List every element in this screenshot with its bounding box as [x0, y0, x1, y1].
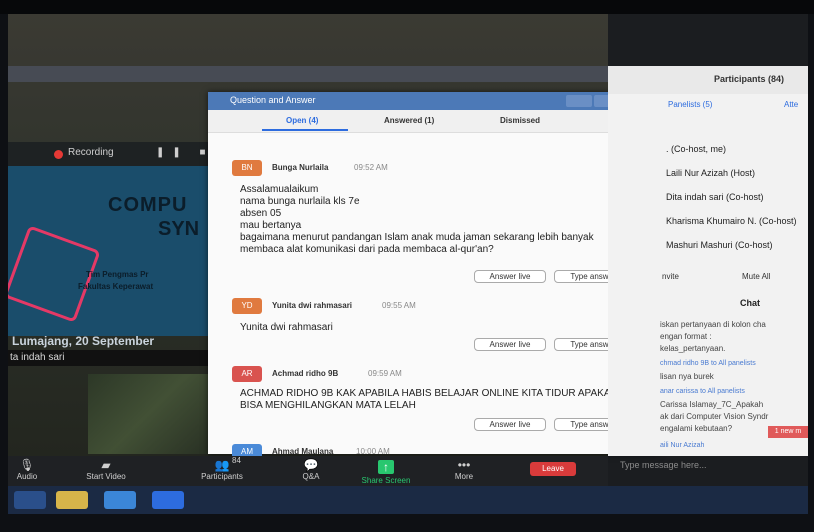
recording-controls-icon[interactable]: ❚❚ ■ [156, 147, 214, 158]
question-author: Yunita dwi rahmasari [272, 301, 353, 310]
answer-live-button[interactable]: Answer live [474, 270, 546, 283]
invite-button[interactable]: nvite [662, 272, 679, 281]
participants-label: Participants [201, 472, 243, 481]
video-name-label: ta indah sari [10, 352, 65, 363]
active-tab-indicator [262, 129, 348, 131]
slide-line-2: Fakultas Keperawat [78, 282, 154, 291]
share-screen-label: Share Screen [361, 476, 411, 485]
chat-meta: anar carissa to All panelists [660, 388, 745, 395]
more-label: More [454, 472, 474, 481]
chat-line: engalami kebutaan? [660, 424, 733, 433]
participants-header: Participants (84) [608, 66, 808, 94]
slide-subtitle: SYN [158, 218, 200, 240]
answer-live-button[interactable]: Answer live [474, 338, 546, 351]
audio-label: Audio [16, 472, 38, 481]
question-text: Assalamualaikum nama bunga nurlaila kls … [240, 184, 594, 255]
recording-dot-icon [54, 150, 63, 159]
chat-input[interactable]: Type message here... [620, 460, 707, 470]
question-time: 09:59 AM [368, 369, 402, 378]
zoom-screen: Recording ❚❚ ■ COMPU SYN Tim Pengmas Pr … [8, 14, 808, 514]
chat-line: ak dari Computer Vision Syndr [660, 412, 769, 421]
participant-row[interactable]: Mashuri Mashuri (Co-host) [666, 240, 773, 250]
answer-live-button[interactable]: Answer live [474, 418, 546, 431]
microphone-icon: 🎙 [19, 458, 35, 472]
question-author: Ahmad Maulana [272, 447, 334, 456]
recording-label: Recording [68, 147, 114, 158]
chat-meta: chmad ridho 9B to All panelists [660, 360, 756, 367]
os-taskbar [8, 486, 808, 514]
question-author: Achmad ridho 9B [272, 369, 339, 378]
file-explorer-icon[interactable] [56, 491, 88, 509]
participants-icon: 👥 [214, 458, 230, 472]
tab-attendees[interactable]: Atte [784, 100, 798, 109]
question-text: Yunita dwi rahmasari [240, 322, 333, 333]
audio-button[interactable]: 🎙 Audio [12, 458, 42, 481]
avatar: BN [232, 160, 262, 176]
slide-date: Lumajang, 20 September [12, 334, 155, 348]
question-time: 09:52 AM [354, 163, 388, 172]
participants-chat-panel: Participants (84) Panelists (5) Atte . (… [608, 66, 808, 456]
background-plant [88, 374, 208, 454]
qa-button[interactable]: 💬 Q&A [296, 458, 326, 481]
chat-meta: aili Nur Azizah [660, 442, 705, 449]
chat-line: lisan nya burek [660, 372, 714, 381]
qa-titlebar[interactable]: Question and Answer [208, 92, 660, 110]
qa-label: Q&A [302, 472, 320, 481]
recording-bar: Recording ❚❚ ■ [8, 142, 218, 166]
meeting-toolbar: 🎙 Audio ▰ Start Video 👥 Participants 84 … [8, 456, 608, 486]
qa-window-title: Question and Answer [230, 95, 316, 105]
qa-window: Question and Answer Open (4) Answered (1… [208, 92, 660, 460]
slide-title: COMPU [108, 194, 188, 216]
participants-count: 84 [232, 456, 241, 465]
video-name-bar: ta indah sari [8, 350, 218, 366]
tab-panelists[interactable]: Panelists (5) [668, 100, 712, 109]
minimize-icon[interactable] [566, 95, 592, 107]
qa-tabs: Open (4) Answered (1) Dismissed ⚙ [208, 110, 660, 133]
more-icon: ••• [457, 458, 471, 472]
participant-row[interactable]: Dita indah sari (Co-host) [666, 192, 764, 202]
question-author: Bunga Nurlaila [272, 163, 329, 172]
question-time: 10:00 AM [356, 447, 390, 456]
question-text: ACHMAD RIDHO 9B KAK APABILA HABIS BELAJA… [240, 388, 618, 411]
tab-answered[interactable]: Answered (1) [384, 116, 434, 125]
start-icon[interactable] [14, 491, 46, 509]
new-message-badge[interactable]: 1 new m [768, 426, 808, 438]
participant-row[interactable]: Laili Nur Azizah (Host) [666, 168, 755, 178]
question-item: AR Achmad ridho 9B 09:59 AM ACHMAD RIDHO… [232, 366, 632, 432]
chat-line: iskan pertanyaan di kolon cha [660, 320, 766, 329]
chat-title: Chat [740, 298, 760, 308]
chat-line: Carissa Islamay_7C_Apakah [660, 400, 764, 409]
monitor-bezel [0, 0, 814, 14]
share-screen-button[interactable]: ↑ Share Screen [354, 458, 418, 485]
chat-header: Chat [608, 294, 808, 312]
zoom-app-icon[interactable] [152, 491, 184, 509]
tab-dismissed[interactable]: Dismissed [500, 116, 540, 125]
participants-button[interactable]: 👥 Participants [192, 458, 252, 481]
top-strip [8, 66, 608, 82]
chrome-icon[interactable] [104, 491, 136, 509]
share-arrow-icon: ↑ [378, 460, 394, 474]
video-icon: ▰ [101, 458, 111, 472]
leave-button[interactable]: Leave [530, 462, 576, 476]
participants-title: Participants (84) [714, 74, 785, 84]
mute-all-button[interactable]: Mute All [742, 272, 770, 281]
slide-line-1: Tim Pengmas Pr [86, 270, 149, 279]
question-item: AM Ahmad Maulana 10:00 AM [232, 444, 632, 460]
participant-row[interactable]: . (Co-host, me) [666, 144, 726, 154]
tab-open[interactable]: Open (4) [286, 116, 318, 125]
shared-slide: COMPU SYN Tim Pengmas Pr Fakultas Kepera… [8, 166, 218, 336]
chat-line: kelas_pertanyaan. [660, 344, 726, 353]
start-video-button[interactable]: ▰ Start Video [78, 458, 134, 481]
participant-row[interactable]: Kharisma Khumairo N. (Co-host) [666, 216, 797, 226]
question-item: BN Bunga Nurlaila 09:52 AM Assalamualaik… [232, 160, 632, 288]
more-button[interactable]: ••• More [448, 458, 480, 481]
question-item: YD Yunita dwi rahmasari 09:55 AM Yunita … [232, 298, 632, 354]
qa-icon: 💬 [303, 458, 319, 472]
avatar: YD [232, 298, 262, 314]
question-time: 09:55 AM [382, 301, 416, 310]
start-video-label: Start Video [86, 472, 126, 481]
avatar: AR [232, 366, 262, 382]
chat-line: engan format : [660, 332, 712, 341]
